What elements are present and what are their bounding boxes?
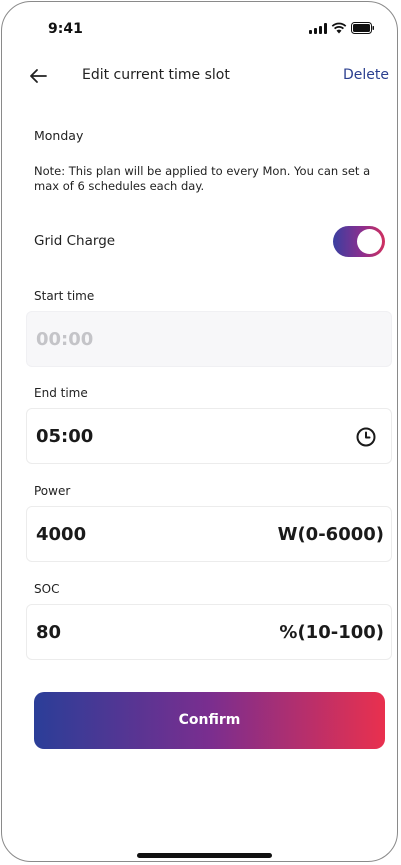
soc-label: SOC bbox=[34, 582, 60, 596]
soc-unit: %(10-100) bbox=[279, 622, 384, 643]
grid-charge-label: Grid Charge bbox=[34, 233, 116, 249]
end-time-label: End time bbox=[34, 386, 88, 400]
status-bar: 9:41 bbox=[2, 2, 397, 52]
status-time: 9:41 bbox=[48, 21, 83, 37]
end-time-field[interactable]: 05:00 bbox=[26, 408, 392, 464]
power-unit: W(0-6000) bbox=[277, 524, 384, 545]
nav-bar: Edit current time slot Delete bbox=[2, 56, 397, 96]
page-title: Edit current time slot bbox=[82, 67, 230, 83]
wifi-icon bbox=[331, 22, 347, 34]
soc-value: 80 bbox=[36, 622, 62, 643]
toggle-knob bbox=[357, 229, 382, 254]
status-icons bbox=[309, 22, 375, 34]
power-field[interactable]: 4000 W(0-6000) bbox=[26, 506, 392, 562]
end-time-value: 05:00 bbox=[36, 426, 94, 447]
power-label: Power bbox=[34, 484, 71, 498]
soc-field[interactable]: 80 %(10-100) bbox=[26, 604, 392, 660]
grid-charge-toggle[interactable] bbox=[333, 226, 385, 257]
clock-icon[interactable] bbox=[355, 426, 377, 448]
day-label: Monday bbox=[34, 128, 84, 143]
home-indicator bbox=[137, 853, 272, 858]
phone-frame: 9:41 Edit current time slot Delete Monda… bbox=[1, 1, 398, 862]
delete-button[interactable]: Delete bbox=[343, 67, 389, 83]
back-button[interactable] bbox=[26, 64, 50, 88]
confirm-button[interactable]: Confirm bbox=[34, 692, 385, 749]
start-time-field: 00:00 bbox=[26, 311, 392, 367]
arrow-left-icon bbox=[30, 69, 47, 83]
note-text: Note: This plan will be applied to every… bbox=[34, 164, 371, 193]
start-time-value: 00:00 bbox=[36, 329, 94, 350]
power-value: 4000 bbox=[36, 524, 87, 545]
start-time-label: Start time bbox=[34, 289, 95, 303]
battery-icon bbox=[351, 22, 375, 34]
signal-icon bbox=[309, 23, 327, 34]
